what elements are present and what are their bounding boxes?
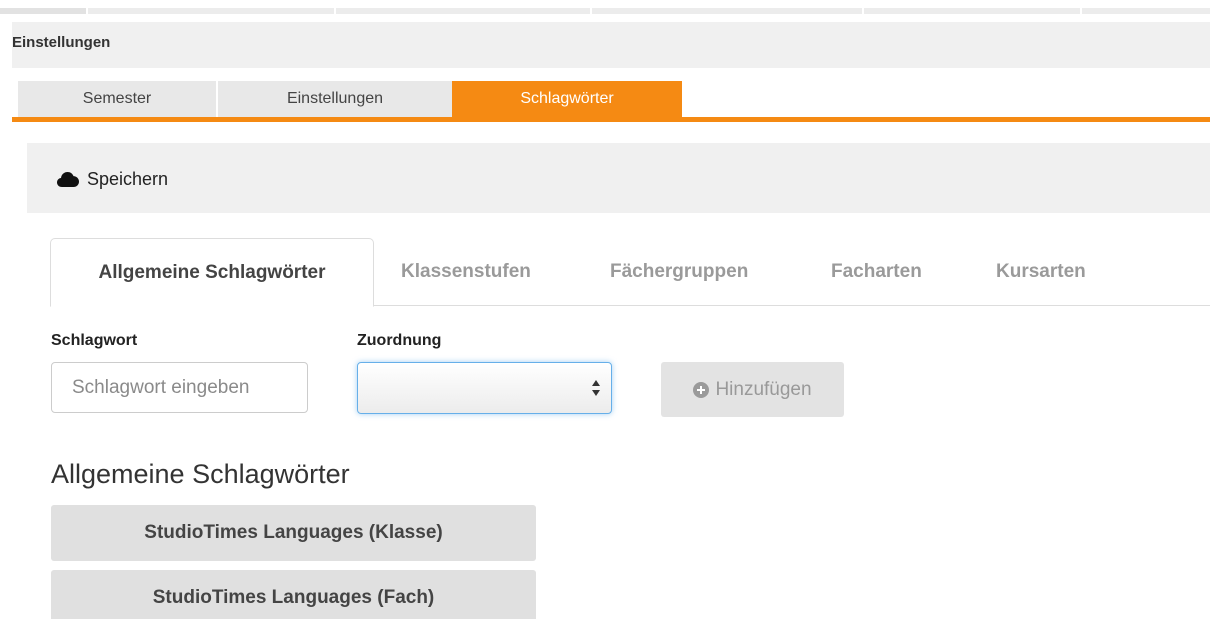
assignment-label: Zuordnung (357, 332, 442, 349)
toolbar: Speichern (27, 143, 1210, 213)
select-arrows-icon (592, 380, 600, 396)
tab-einstellungen[interactable]: Einstellungen (218, 81, 452, 117)
section-title: Allgemeine Schlagwörter (51, 459, 350, 489)
keyword-label: Schlagwort (51, 332, 138, 349)
top-strip-segment (864, 8, 1080, 14)
tab-underline (12, 117, 1210, 122)
top-strip-segment (1082, 8, 1210, 14)
keyword-item[interactable]: StudioTimes Languages (Klasse) (51, 505, 536, 561)
add-label: Hinzufügen (715, 378, 812, 400)
subtab-allgemeine-schlagwoerter[interactable]: Allgemeine Schlagwörter (50, 238, 374, 307)
tab-semester[interactable]: Semester (18, 81, 218, 117)
subtab-facharten[interactable]: Facharten (831, 238, 922, 306)
subtab-kursarten[interactable]: Kursarten (996, 238, 1086, 306)
save-button[interactable]: Speichern (57, 166, 168, 192)
plus-circle-icon (693, 381, 710, 398)
panel-header: Einstellungen (12, 22, 1210, 68)
add-button[interactable]: Hinzufügen (661, 362, 844, 417)
panel-title: Einstellungen (12, 34, 111, 51)
subtab-klassenstufen[interactable]: Klassenstufen (401, 238, 531, 306)
main-tabs: Semester Einstellungen Schlagwörter (12, 81, 1210, 122)
top-strip-segment (88, 8, 334, 14)
cloud-icon (57, 172, 79, 187)
sub-tabs: Allgemeine Schlagwörter Klassenstufen Fä… (50, 238, 1210, 307)
keyword-input[interactable] (51, 362, 308, 413)
tab-schlagwoerter[interactable]: Schlagwörter (452, 81, 682, 117)
top-strip-segment (592, 8, 862, 14)
top-strip-segment (336, 8, 590, 14)
top-strip-segment (0, 8, 86, 14)
assignment-select[interactable] (357, 362, 612, 414)
top-strip (0, 0, 1210, 14)
keyword-item[interactable]: StudioTimes Languages (Fach) (51, 570, 536, 619)
save-label: Speichern (87, 168, 169, 189)
subtab-faechergruppen[interactable]: Fächergruppen (610, 238, 748, 306)
